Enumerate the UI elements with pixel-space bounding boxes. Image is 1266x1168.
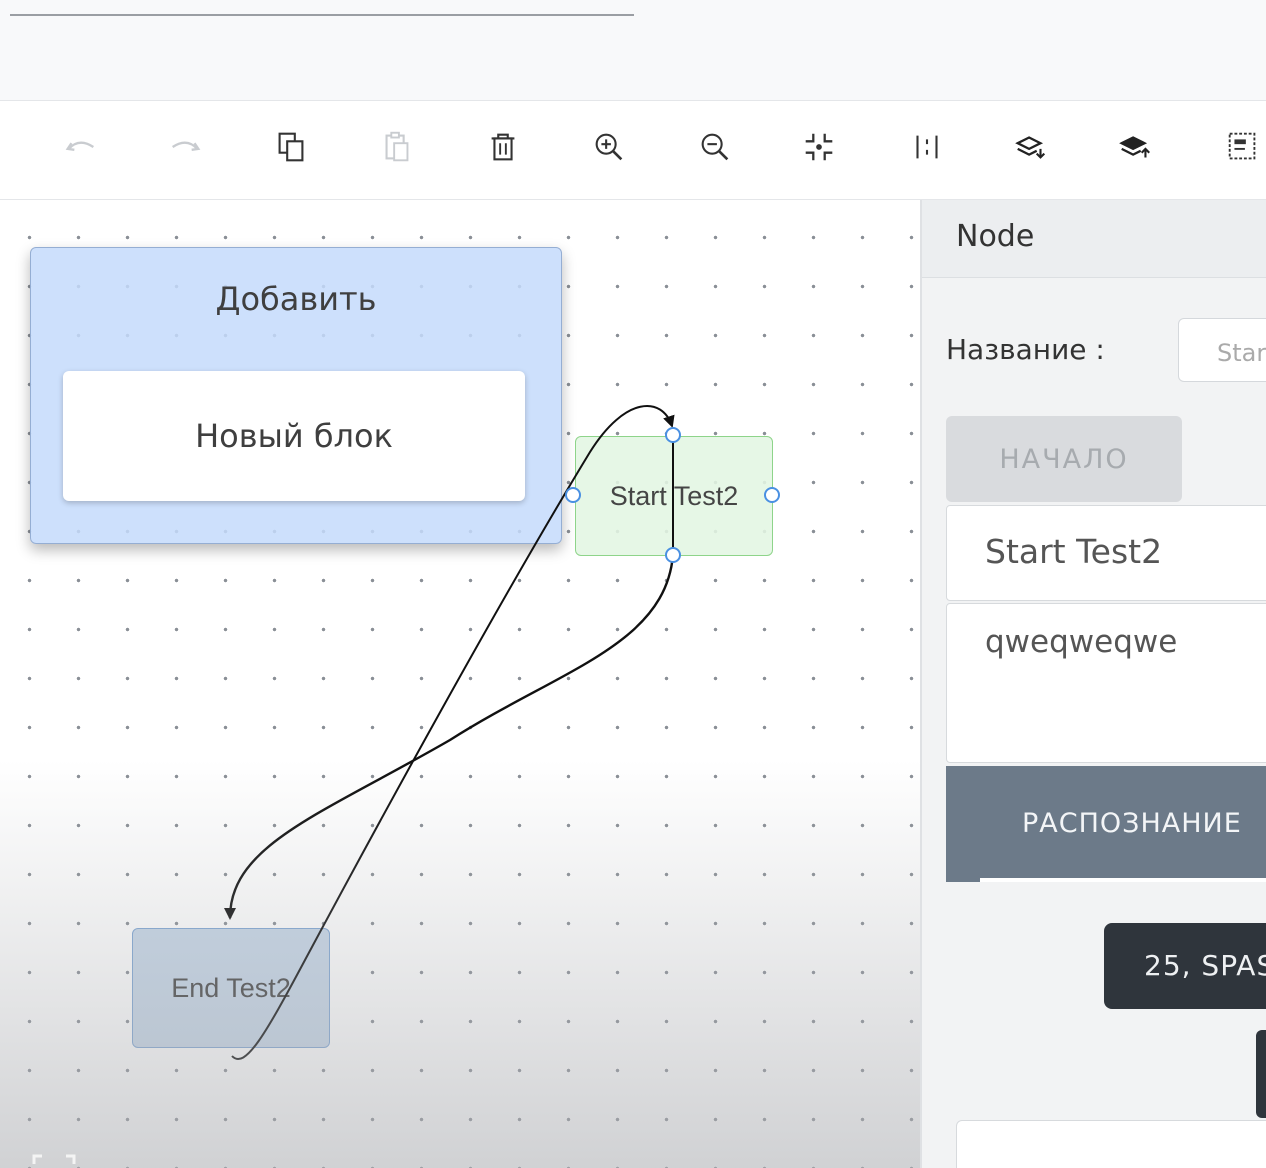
handle-top[interactable]: [665, 427, 681, 443]
recognition-underline: [980, 878, 1266, 882]
bring-to-front-button[interactable]: [1112, 122, 1158, 172]
copy-icon: [278, 132, 304, 162]
zoom-in-icon: [595, 133, 623, 161]
redo-button[interactable]: [162, 122, 208, 172]
undo-button[interactable]: [58, 122, 104, 172]
expand-icon[interactable]: [30, 1150, 78, 1168]
diagram-canvas[interactable]: Добавить Новый блок Start Test2 End Test…: [0, 200, 920, 1168]
edge-start-to-end[interactable]: [224, 554, 675, 920]
secondary-dark-button[interactable]: [1256, 1030, 1266, 1118]
bottom-card: [956, 1120, 1266, 1168]
delete-button[interactable]: [480, 122, 526, 172]
panel-header: Node: [922, 200, 1266, 278]
send-to-back-icon: [1015, 136, 1046, 159]
properties-panel: Node Название : Star НАЧАЛО Start Test2 …: [920, 200, 1266, 1168]
name-label: Название :: [946, 333, 1105, 366]
zoom-out-button[interactable]: [692, 122, 738, 172]
bring-to-front-icon: [1119, 136, 1150, 158]
undo-icon: [65, 141, 95, 152]
edge-end-to-start[interactable]: [231, 405, 675, 1060]
handle-left[interactable]: [565, 487, 581, 503]
fit-to-screen-icon: [805, 133, 833, 161]
align-button[interactable]: [904, 122, 950, 172]
send-to-back-button[interactable]: [1008, 122, 1054, 172]
trash-icon: [491, 133, 515, 161]
spas-button[interactable]: 25, SPAS: [1104, 923, 1266, 1009]
node-description-field[interactable]: qweqweqwe: [946, 603, 1266, 763]
zoom-in-button[interactable]: [586, 122, 632, 172]
name-input[interactable]: Star: [1178, 318, 1266, 382]
edge-layer: [224, 405, 780, 1060]
redo-icon: [171, 141, 201, 152]
top-bar: [0, 0, 1266, 101]
start-type-button[interactable]: НАЧАЛО: [946, 416, 1182, 502]
handle-right[interactable]: [764, 487, 780, 503]
paste-icon: [385, 131, 409, 162]
handle-bottom[interactable]: [665, 547, 681, 563]
copy-button[interactable]: [268, 122, 314, 172]
group-button[interactable]: [1220, 122, 1266, 172]
fit-to-screen-button[interactable]: [796, 122, 842, 172]
recognition-button[interactable]: РАСПОЗНАНИЕ: [946, 766, 1266, 882]
paste-button[interactable]: [374, 122, 420, 172]
zoom-out-icon: [701, 133, 729, 161]
tab-underline: [10, 14, 634, 16]
node-title-field[interactable]: Start Test2: [946, 505, 1266, 601]
align-icon: [916, 135, 938, 159]
group-icon: [1228, 132, 1256, 160]
panel-title: Node: [956, 219, 1035, 254]
